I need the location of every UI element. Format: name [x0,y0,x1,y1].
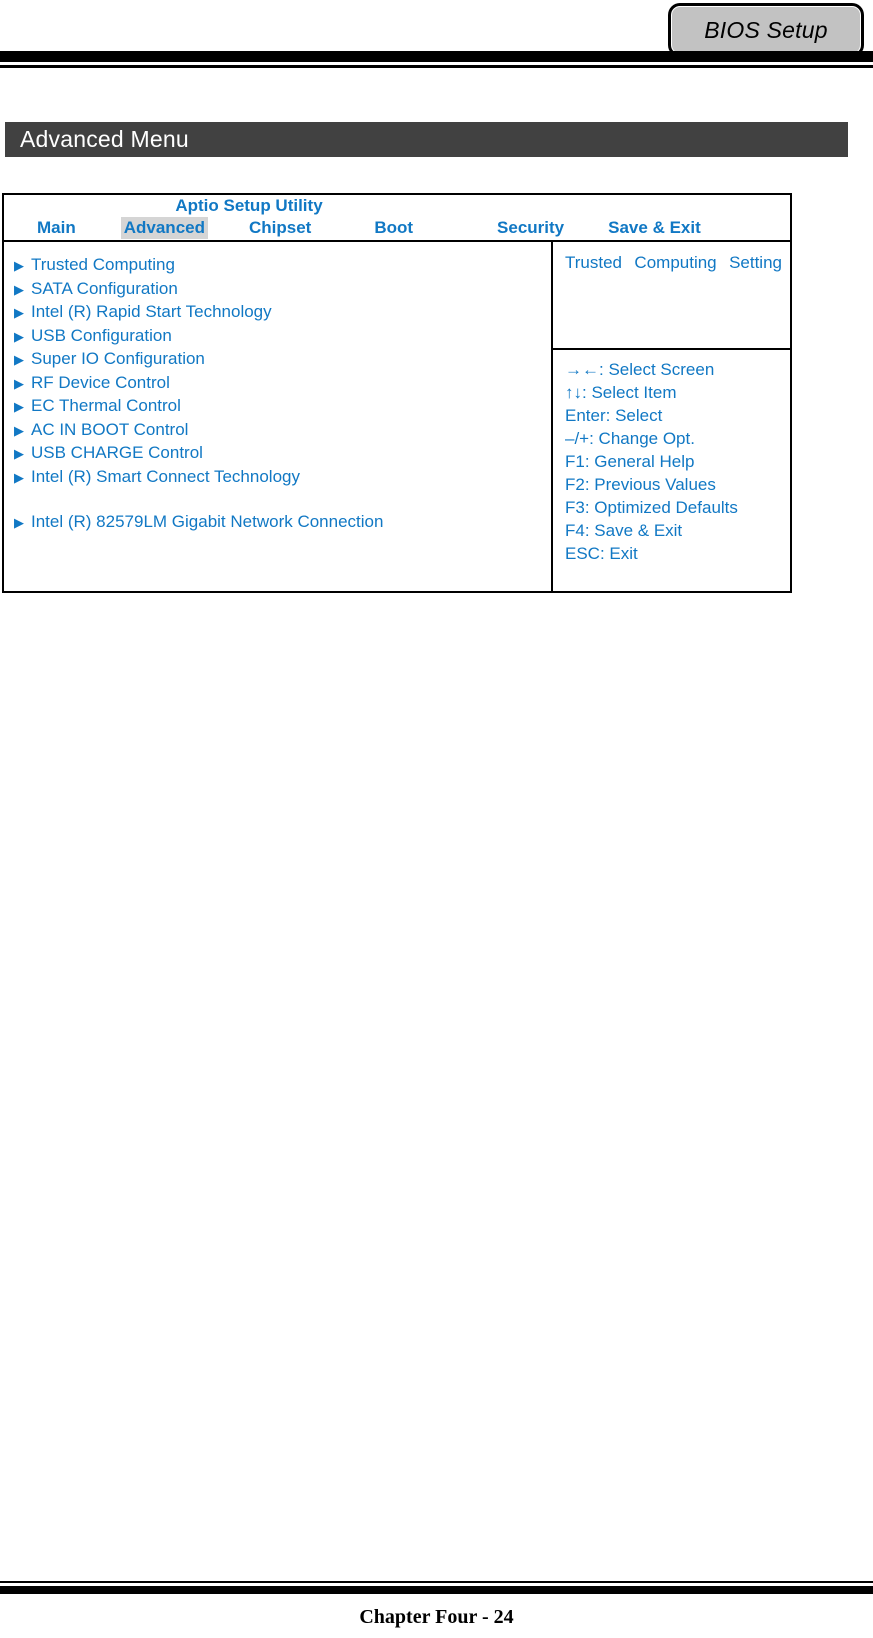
tab-chipset[interactable]: Chipset [246,217,314,239]
submenu-arrow-icon: ▶ [14,328,24,344]
submenu-arrow-icon: ▶ [14,305,24,320]
bios-tab-bar: Aptio Setup Utility Main Advanced Chipse… [4,195,790,242]
menu-item-usb-configuration[interactable]: ▶ USB Configuration [14,325,551,349]
submenu-arrow-icon: ▶ [14,375,24,391]
tab-advanced[interactable]: Advanced [120,217,208,239]
help-key-f1-general-help: F1: General Help [565,452,695,471]
help-key-f4-save-exit: F4: Save & Exit [565,521,683,540]
menu-item-label: EC Thermal Control [31,396,181,415]
page-footer-label: Chapter Four - 24 [359,1606,514,1628]
footer-rule-thin [0,1581,873,1583]
menu-item-label: RF Device Control [31,372,170,392]
submenu-arrow-icon: ▶ [14,469,24,485]
submenu-arrow-icon: ▶ [14,515,24,530]
tab-boot[interactable]: Boot [371,217,416,239]
submenu-arrow-icon: ▶ [14,399,24,414]
bios-tab-row: Main Advanced Chipset Boot Security Save… [4,217,790,239]
bios-setup-screen: Aptio Setup Utility Main Advanced Chipse… [2,193,792,593]
header-rule-thin [0,65,873,68]
menu-item-label: SATA Configuration [31,278,178,298]
help-key-f2-previous-values: F2: Previous Values [565,475,716,494]
help-key-change-opt: –/+: Change Opt. [565,429,695,448]
help-key-esc-exit: ESC: Exit [565,544,638,563]
help-description: Trusted Computing Setting [553,242,790,350]
page-header: BIOS Setup [0,0,873,78]
menu-item-label: Super IO Configuration [31,349,205,368]
bios-body: ▶ Trusted Computing ▶ SATA Configuration… [4,242,790,591]
menu-list-spacer [14,489,551,511]
tab-security[interactable]: Security [494,217,567,239]
bios-setup-tab-inner: BIOS Setup [671,6,861,54]
menu-item-label: Intel (R) Smart Connect Technology [31,466,300,486]
submenu-arrow-icon: ▶ [14,352,24,367]
utility-title: Aptio Setup Utility [175,196,323,215]
help-key-enter-select: Enter: Select [565,406,663,425]
menu-item-ec-thermal-control[interactable]: ▶ EC Thermal Control [14,395,551,419]
bios-setup-tab: BIOS Setup [668,3,864,57]
help-description-text: Trusted Computing Setting [565,253,782,272]
submenu-arrow-icon: ▶ [14,422,24,438]
help-key-select-item: ↑↓: Select Item [565,383,677,402]
footer-rule-thick [0,1586,873,1594]
submenu-arrow-icon: ▶ [14,281,24,297]
help-key-f3-optimized-defaults: F3: Optimized Defaults [565,498,738,517]
page-title: Advanced Menu [20,126,189,152]
menu-item-label: USB Configuration [31,325,172,345]
bios-menu-list: ▶ Trusted Computing ▶ SATA Configuration… [4,242,553,591]
submenu-arrow-icon: ▶ [14,258,24,273]
menu-item-rapid-start-technology[interactable]: ▶ Intel (R) Rapid Start Technology [14,301,551,325]
menu-item-smart-connect-technology[interactable]: ▶ Intel (R) Smart Connect Technology [14,466,551,490]
tab-save-and-exit[interactable]: Save & Exit [605,217,704,239]
menu-item-trusted-computing[interactable]: ▶ Trusted Computing [14,254,551,278]
menu-item-label: USB CHARGE Control [31,443,203,462]
menu-item-gigabit-network-connection[interactable]: ▶ Intel (R) 82579LM Gigabit Network Conn… [14,511,551,535]
bios-setup-tab-label: BIOS Setup [704,16,828,43]
help-key-legend: →←: Select Screen ↑↓: Select Item Enter:… [553,350,790,565]
tab-main[interactable]: Main [34,217,79,239]
menu-item-label: Intel (R) Rapid Start Technology [31,302,272,321]
bios-help-panel: Trusted Computing Setting →←: Select Scr… [553,242,790,591]
menu-item-label: Trusted Computing [31,255,175,274]
menu-item-sata-configuration[interactable]: ▶ SATA Configuration [14,278,551,302]
submenu-arrow-icon: ▶ [14,446,24,461]
menu-item-label: AC IN BOOT Control [31,419,189,439]
menu-item-usb-charge-control[interactable]: ▶ USB CHARGE Control [14,442,551,466]
menu-item-ac-in-boot-control[interactable]: ▶ AC IN BOOT Control [14,419,551,443]
menu-item-super-io-configuration[interactable]: ▶ Super IO Configuration [14,348,551,372]
help-key-select-screen: →←: Select Screen [565,360,715,379]
header-rule-thick [0,51,873,62]
menu-item-rf-device-control[interactable]: ▶ RF Device Control [14,372,551,396]
menu-item-label: Intel (R) 82579LM Gigabit Network Connec… [31,512,384,531]
section-title-bar: Advanced Menu [5,122,848,157]
